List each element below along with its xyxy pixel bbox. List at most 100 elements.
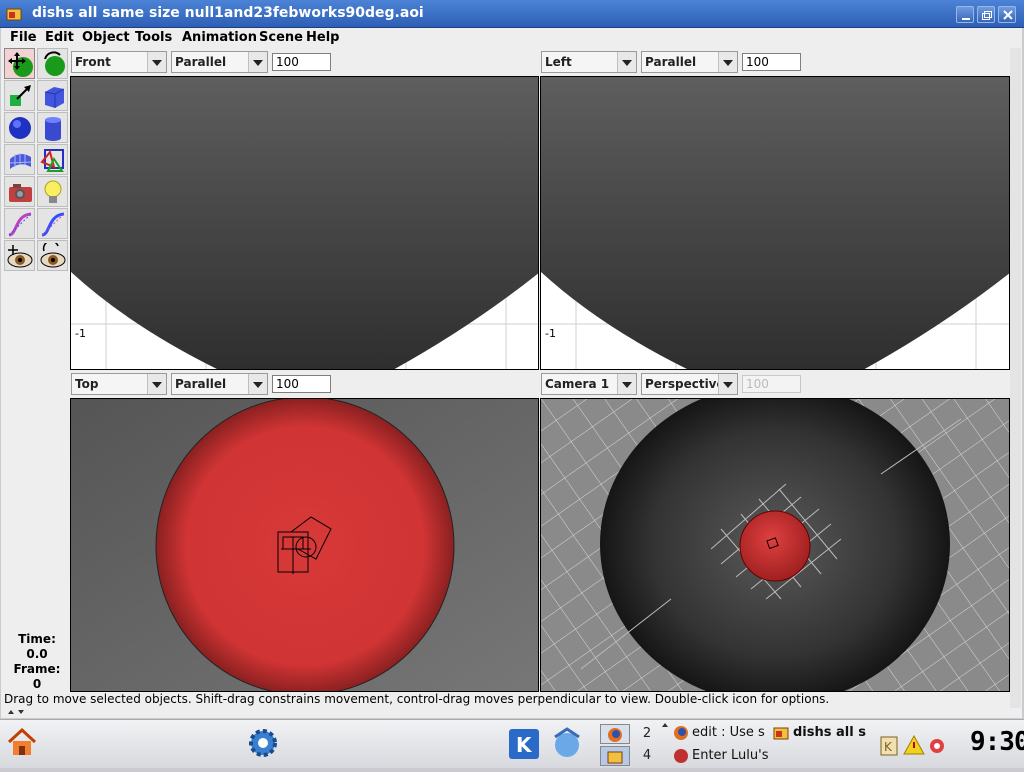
move-view-tool[interactable] bbox=[4, 240, 35, 271]
scale-icon bbox=[10, 85, 31, 106]
chevron-down-icon bbox=[617, 52, 636, 72]
clock[interactable]: 9:30 bbox=[970, 727, 1024, 757]
zoom-field-top[interactable]: 100 bbox=[272, 375, 331, 393]
menubar: File Edit Object Tools Animation Scene H… bbox=[2, 28, 1020, 48]
frame-value: 0 bbox=[32, 677, 42, 691]
zoom-field-left[interactable]: 100 bbox=[742, 53, 801, 71]
menu-animation[interactable]: Animation bbox=[182, 30, 257, 45]
projection-select-top[interactable]: Parallel bbox=[171, 373, 268, 395]
viewport-front[interactable]: -1 bbox=[70, 76, 539, 370]
firefox-icon bbox=[608, 728, 622, 742]
vertical-scrollbar[interactable] bbox=[1010, 48, 1021, 708]
warning-icon[interactable] bbox=[903, 734, 925, 756]
chevron-down-icon bbox=[147, 374, 166, 394]
rotate-view-tool[interactable] bbox=[37, 240, 68, 271]
pager-desk-3[interactable] bbox=[600, 746, 630, 766]
cube-tool[interactable] bbox=[37, 80, 68, 111]
toolbox bbox=[4, 48, 70, 276]
window-titlebar[interactable]: dishs all same size null1and23febworks90… bbox=[0, 0, 1024, 28]
spline-mesh-tool[interactable] bbox=[4, 144, 35, 175]
browser-window-icon bbox=[674, 749, 688, 763]
axis-label: -1 bbox=[75, 327, 86, 340]
kde-menu-icon[interactable]: K bbox=[508, 728, 540, 760]
window-title: dishs all same size null1and23febworks90… bbox=[32, 5, 424, 21]
chevron-down-icon bbox=[718, 52, 737, 72]
front-view-canvas bbox=[71, 77, 538, 369]
menu-edit[interactable]: Edit bbox=[45, 30, 74, 45]
menu-object[interactable]: Object bbox=[82, 30, 130, 45]
art-of-illusion-icon bbox=[6, 8, 22, 21]
task-lulu[interactable]: Enter Lulu's bbox=[692, 748, 768, 763]
move-view-icon bbox=[7, 245, 33, 268]
firefox-icon bbox=[674, 726, 688, 740]
time-label: Time: bbox=[18, 632, 56, 646]
axis-label: -1 bbox=[545, 327, 556, 340]
menu-tools[interactable]: Tools bbox=[135, 30, 172, 45]
settings-gear-icon[interactable] bbox=[246, 726, 280, 760]
chevron-down-icon bbox=[248, 374, 267, 394]
pager-desk-4[interactable]: 4 bbox=[632, 746, 662, 766]
polygon-icon bbox=[40, 149, 64, 172]
close-icon bbox=[1003, 10, 1013, 20]
svg-text:K: K bbox=[516, 733, 533, 757]
tube-tool[interactable] bbox=[37, 208, 68, 239]
top-view-canvas bbox=[71, 399, 538, 691]
light-tool[interactable] bbox=[37, 176, 68, 207]
light-icon bbox=[44, 180, 62, 203]
view-select-value: Front bbox=[75, 55, 111, 69]
viewport-camera[interactable] bbox=[540, 398, 1010, 692]
time-value: 0.0 bbox=[26, 647, 48, 661]
sphere-tool[interactable] bbox=[4, 112, 35, 143]
taskbar-scroll-up-icon[interactable] bbox=[662, 722, 668, 762]
projection-select-left[interactable]: Parallel bbox=[641, 51, 738, 73]
cylinder-icon bbox=[45, 117, 61, 141]
cylinder-tool[interactable] bbox=[37, 112, 68, 143]
view-select-left[interactable]: Left bbox=[541, 51, 637, 73]
system-tray-icon[interactable] bbox=[927, 736, 947, 756]
konqueror-icon[interactable] bbox=[550, 727, 584, 761]
maximize-icon bbox=[982, 11, 992, 20]
move-tool[interactable] bbox=[4, 48, 35, 79]
view-select-front[interactable]: Front bbox=[71, 51, 167, 73]
pager-desk-1[interactable] bbox=[600, 724, 630, 744]
view-select-value: Left bbox=[545, 55, 572, 69]
camera-view-canvas bbox=[541, 399, 1009, 691]
menu-help[interactable]: Help bbox=[306, 30, 339, 45]
rotate-tool[interactable] bbox=[37, 48, 68, 79]
frame-label: Frame: bbox=[13, 662, 61, 676]
maximize-button[interactable] bbox=[977, 6, 995, 23]
close-button[interactable] bbox=[998, 6, 1016, 23]
minimize-icon bbox=[962, 18, 970, 20]
viewport-top[interactable] bbox=[70, 398, 539, 692]
view-select-top[interactable]: Top bbox=[71, 373, 167, 395]
menu-file[interactable]: File bbox=[10, 30, 37, 45]
camera-tool[interactable] bbox=[4, 176, 35, 207]
task-art-of-illusion[interactable]: dishs all s bbox=[793, 725, 869, 740]
projection-select-value: Perspective bbox=[645, 377, 725, 391]
rotate-view-icon bbox=[40, 243, 66, 268]
home-icon[interactable] bbox=[6, 726, 38, 758]
view-select-camera[interactable]: Camera 1 bbox=[541, 373, 637, 395]
minimize-button[interactable] bbox=[956, 6, 974, 23]
task-firefox-edit[interactable]: edit : Use s bbox=[692, 725, 768, 740]
viewport-left[interactable]: -1 bbox=[540, 76, 1010, 370]
splitter-arrows-icon[interactable] bbox=[6, 708, 28, 716]
zoom-field-camera: 100 bbox=[742, 375, 801, 393]
scale-tool[interactable] bbox=[4, 80, 35, 111]
curve-tool[interactable] bbox=[4, 208, 35, 239]
zoom-field-front[interactable]: 100 bbox=[272, 53, 331, 71]
projection-select-camera[interactable]: Perspective bbox=[641, 373, 738, 395]
chevron-down-icon bbox=[147, 52, 166, 72]
polygon-tool[interactable] bbox=[37, 144, 68, 175]
cube-icon bbox=[44, 87, 65, 108]
projection-select-front[interactable]: Parallel bbox=[171, 51, 268, 73]
rotate-icon bbox=[44, 51, 65, 76]
view-select-value: Camera 1 bbox=[545, 377, 610, 391]
menu-scene[interactable]: Scene bbox=[259, 30, 303, 45]
move-icon bbox=[8, 52, 33, 77]
klipper-icon[interactable]: K bbox=[880, 736, 898, 756]
view-select-value: Top bbox=[75, 377, 99, 391]
chevron-down-icon bbox=[617, 374, 636, 394]
chevron-down-icon bbox=[718, 374, 737, 394]
pager-desk-2[interactable]: 2 bbox=[632, 724, 662, 744]
